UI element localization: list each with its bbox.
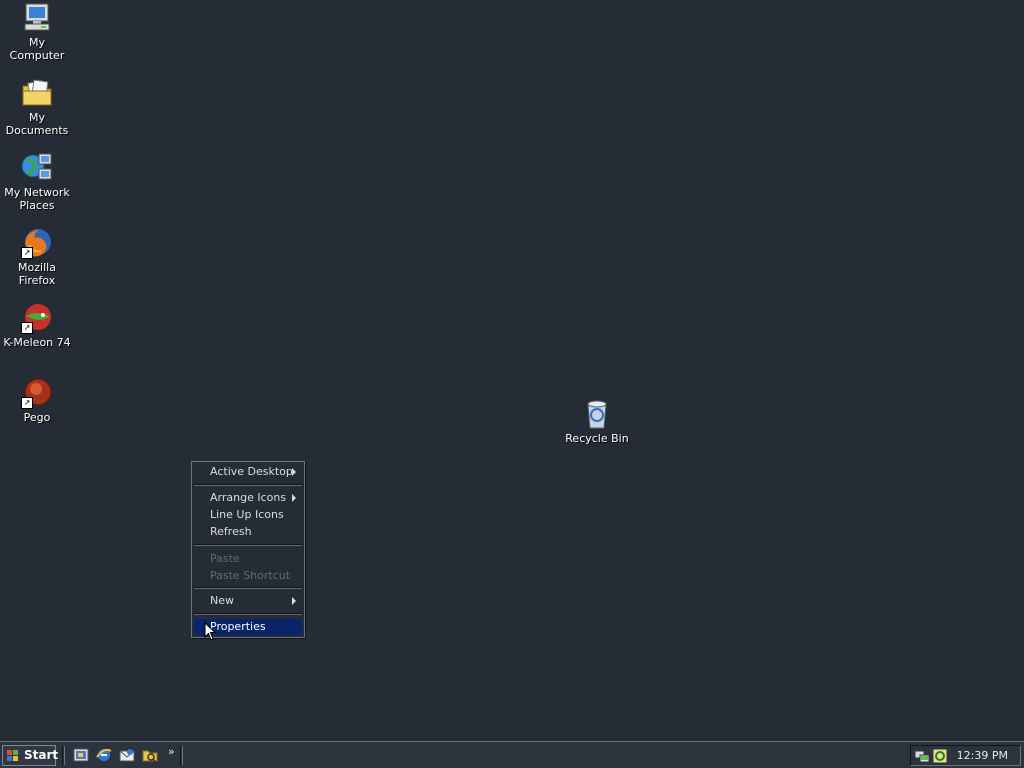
desktop-icon-mozilla-firefox[interactable]: ↗ Mozilla Firefox bbox=[0, 227, 74, 287]
menu-item-active-desktop[interactable]: Active Desktop bbox=[194, 464, 302, 480]
system-tray: 12:39 PM bbox=[910, 745, 1021, 766]
menu-item-arrange-icons[interactable]: Arrange Icons bbox=[194, 490, 302, 506]
desktop-icon-label: My Network bbox=[4, 186, 70, 199]
desktop[interactable]: My Computer My Documents My Network Plac… bbox=[0, 0, 1024, 741]
security-tray-icon[interactable] bbox=[932, 748, 948, 764]
toolbar-grip[interactable] bbox=[180, 746, 183, 765]
desktop-icon-pego[interactable]: ↗ Pego bbox=[0, 377, 74, 424]
internet-explorer-icon[interactable] bbox=[96, 747, 112, 763]
desktop-icon-label: Mozilla Firefox bbox=[18, 261, 56, 287]
shortcut-arrow-icon: ↗ bbox=[21, 247, 33, 259]
menu-separator bbox=[194, 544, 302, 546]
desktop-icon-label: My Documents bbox=[5, 111, 69, 137]
firefox-icon: ↗ bbox=[21, 227, 53, 259]
desktop-icon-label: Pego bbox=[23, 411, 51, 424]
menu-separator bbox=[194, 484, 302, 486]
taskbar-clock[interactable]: 12:39 PM bbox=[957, 749, 1008, 762]
menu-item-label: Paste Shortcut bbox=[210, 569, 291, 582]
desktop-icon-k-meleon[interactable]: ↗ K-Meleon 74 bbox=[0, 302, 74, 349]
shortcut-arrow-icon: ↗ bbox=[21, 397, 33, 409]
network-places-icon bbox=[21, 152, 53, 184]
menu-item-line-up-icons[interactable]: Line Up Icons bbox=[194, 507, 302, 523]
desktop-icon-label-line2: Places bbox=[19, 199, 55, 212]
network-tray-icon[interactable] bbox=[914, 748, 930, 764]
desktop-icon-my-documents[interactable]: My Documents bbox=[0, 77, 74, 137]
menu-item-label: Line Up Icons bbox=[210, 508, 284, 521]
submenu-arrow-icon bbox=[292, 597, 296, 605]
desktop-icon-my-network-places[interactable]: My Network Places bbox=[0, 152, 74, 212]
quick-launch-more-chevron[interactable]: » bbox=[168, 745, 175, 758]
menu-separator bbox=[194, 587, 302, 589]
pego-icon: ↗ bbox=[21, 377, 53, 409]
recycle-bin-icon bbox=[581, 398, 613, 430]
submenu-arrow-icon bbox=[292, 468, 296, 476]
menu-item-new[interactable]: New bbox=[194, 593, 302, 609]
menu-separator bbox=[194, 613, 302, 615]
menu-item-paste: Paste bbox=[194, 551, 302, 567]
menu-item-label: Arrange Icons bbox=[210, 491, 287, 504]
menu-item-label: Paste bbox=[210, 552, 240, 565]
desktop-icon-label: K-Meleon 74 bbox=[3, 336, 71, 349]
windows-flag-icon bbox=[7, 750, 18, 761]
outlook-express-icon[interactable] bbox=[119, 747, 135, 763]
start-button-label: Start bbox=[24, 748, 59, 762]
desktop-icon-my-computer[interactable]: My Computer bbox=[0, 2, 74, 62]
toolbar-grip[interactable] bbox=[62, 746, 65, 765]
computer-icon bbox=[21, 2, 53, 34]
k-meleon-icon: ↗ bbox=[21, 302, 53, 334]
desktop-context-menu: Active Desktop Arrange Icons Line Up Ico… bbox=[191, 461, 305, 638]
taskbar: Start » 12:39 PM bbox=[0, 741, 1024, 768]
windows-explorer-icon[interactable] bbox=[142, 747, 158, 763]
shortcut-arrow-icon: ↗ bbox=[21, 322, 33, 334]
menu-item-label: New bbox=[210, 594, 234, 607]
folder-documents-icon bbox=[21, 77, 53, 109]
submenu-arrow-icon bbox=[292, 494, 296, 502]
menu-item-label: Active Desktop bbox=[210, 465, 293, 478]
menu-item-label: Properties bbox=[210, 620, 266, 633]
mouse-pointer-icon bbox=[204, 621, 217, 642]
menu-item-refresh[interactable]: Refresh bbox=[194, 524, 302, 540]
show-desktop-icon[interactable] bbox=[73, 747, 89, 763]
start-button[interactable]: Start bbox=[2, 745, 59, 766]
menu-item-label: Refresh bbox=[210, 525, 252, 538]
desktop-icon-recycle-bin[interactable]: Recycle Bin bbox=[560, 398, 634, 445]
menu-item-paste-shortcut: Paste Shortcut bbox=[194, 568, 302, 584]
desktop-icon-label: Recycle Bin bbox=[565, 432, 629, 445]
desktop-icon-label: My Computer bbox=[9, 36, 65, 62]
